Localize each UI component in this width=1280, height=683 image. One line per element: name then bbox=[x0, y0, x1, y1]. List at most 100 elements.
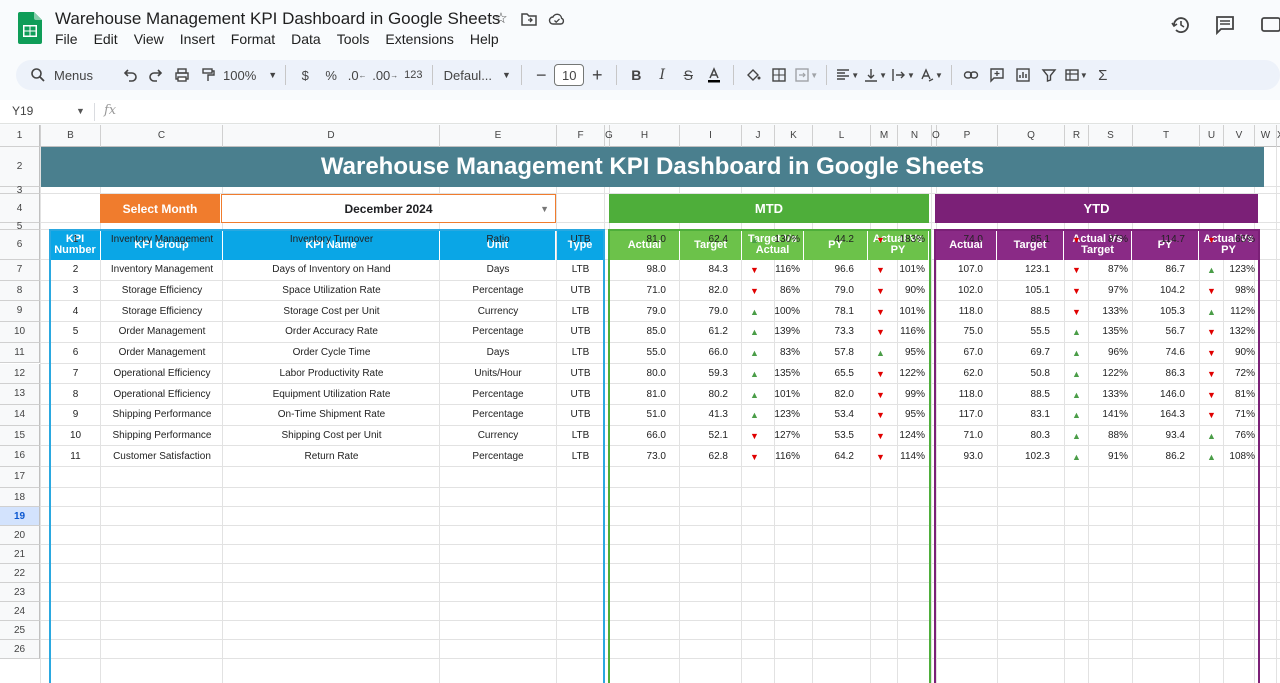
column-header[interactable]: B bbox=[41, 125, 101, 147]
cloud-status-icon[interactable] bbox=[548, 10, 566, 28]
menu-edit[interactable]: Edit bbox=[94, 31, 118, 47]
column-header[interactable]: M bbox=[871, 125, 898, 147]
font-size-increase-button[interactable]: + bbox=[584, 63, 610, 87]
row-header[interactable]: 7 bbox=[0, 260, 40, 281]
column-header[interactable]: R bbox=[1065, 125, 1089, 147]
column-header[interactable]: P bbox=[937, 125, 998, 147]
row-header[interactable]: 25 bbox=[0, 620, 40, 640]
row-header[interactable]: 19 bbox=[0, 506, 40, 526]
more-formats-button[interactable]: 123 bbox=[400, 63, 426, 87]
column-header[interactable]: F bbox=[557, 125, 605, 147]
row-header[interactable]: 21 bbox=[0, 544, 40, 564]
row-header[interactable]: 26 bbox=[0, 639, 40, 659]
spreadsheet-grid[interactable]: ABCDEFGHIJKLMNOPQRSTUVWX 123456789101112… bbox=[0, 125, 1280, 683]
font-select[interactable]: Defaul... ▼ bbox=[439, 63, 515, 87]
sheets-logo-icon[interactable] bbox=[18, 12, 42, 44]
star-icon[interactable]: ☆ bbox=[492, 10, 510, 28]
italic-button[interactable]: I bbox=[649, 63, 675, 87]
fill-color-button[interactable] bbox=[740, 63, 766, 87]
row-header[interactable]: 22 bbox=[0, 563, 40, 583]
menu-file[interactable]: File bbox=[55, 31, 78, 47]
name-box[interactable]: Y19 bbox=[12, 104, 33, 118]
font-size-decrease-button[interactable]: − bbox=[528, 63, 554, 87]
row-header[interactable]: 12 bbox=[0, 363, 40, 385]
font-size-input[interactable]: 10 bbox=[554, 64, 585, 86]
row-header[interactable]: 20 bbox=[0, 525, 40, 545]
increase-decimal-button[interactable]: .00 → bbox=[370, 63, 400, 87]
column-header[interactable]: J bbox=[742, 125, 775, 147]
column-header[interactable]: N bbox=[898, 125, 932, 147]
row-header[interactable]: 6 bbox=[0, 230, 40, 260]
percent-format-button[interactable]: % bbox=[318, 63, 344, 87]
menu-data[interactable]: Data bbox=[291, 31, 321, 47]
chevron-down-icon[interactable]: ▼ bbox=[76, 106, 85, 116]
functions-button[interactable]: Σ bbox=[1090, 63, 1116, 87]
row-header[interactable]: 18 bbox=[0, 487, 40, 507]
undo-button[interactable] bbox=[117, 63, 143, 87]
filter-views-button[interactable]: ▼ bbox=[1062, 63, 1090, 87]
row-header[interactable]: 23 bbox=[0, 582, 40, 602]
column-header[interactable]: L bbox=[813, 125, 871, 147]
row-header[interactable]: 8 bbox=[0, 280, 40, 302]
paint-format-button[interactable] bbox=[195, 63, 221, 87]
move-folder-icon[interactable] bbox=[520, 10, 538, 28]
column-header[interactable]: U bbox=[1200, 125, 1224, 147]
column-header[interactable]: C bbox=[101, 125, 223, 147]
horizontal-align-button[interactable]: ▼ bbox=[833, 63, 861, 87]
strikethrough-button[interactable]: S bbox=[675, 63, 701, 87]
insert-chart-button[interactable] bbox=[1010, 63, 1036, 87]
insert-comment-button[interactable] bbox=[984, 63, 1010, 87]
merge-cells-button[interactable]: ▼ bbox=[792, 63, 820, 87]
comments-icon[interactable] bbox=[1214, 14, 1236, 36]
borders-button[interactable] bbox=[766, 63, 792, 87]
text-color-button[interactable] bbox=[701, 63, 727, 87]
column-header[interactable]: S bbox=[1089, 125, 1133, 147]
column-header[interactable]: W bbox=[1255, 125, 1277, 147]
menu-help[interactable]: Help bbox=[470, 31, 499, 47]
row-header[interactable]: 2 bbox=[0, 147, 40, 187]
row-header[interactable]: 13 bbox=[0, 384, 40, 405]
row-header[interactable]: 17 bbox=[0, 467, 40, 488]
column-header[interactable]: T bbox=[1133, 125, 1200, 147]
menu-format[interactable]: Format bbox=[231, 31, 275, 47]
column-header[interactable]: K bbox=[775, 125, 813, 147]
print-button[interactable] bbox=[169, 63, 195, 87]
present-icon[interactable] bbox=[1260, 14, 1280, 36]
row-header[interactable]: 1 bbox=[0, 125, 40, 147]
row-header[interactable]: 24 bbox=[0, 601, 40, 621]
row-header[interactable]: 9 bbox=[0, 301, 40, 323]
month-dropdown[interactable]: December 2024 ▼ bbox=[221, 194, 556, 223]
document-title[interactable]: Warehouse Management KPI Dashboard in Go… bbox=[55, 9, 500, 29]
row-header[interactable]: 3 bbox=[0, 186, 40, 196]
column-header[interactable]: H bbox=[610, 125, 680, 147]
menu-insert[interactable]: Insert bbox=[180, 31, 215, 47]
menu-extensions[interactable]: Extensions bbox=[385, 31, 453, 47]
text-wrapping-button[interactable]: ▼ bbox=[889, 63, 917, 87]
bold-button[interactable]: B bbox=[623, 63, 649, 87]
search-menus-button[interactable]: Menus bbox=[16, 63, 95, 87]
row-header[interactable]: 5 bbox=[0, 222, 40, 232]
row-header[interactable]: 16 bbox=[0, 446, 40, 467]
column-header[interactable]: D bbox=[223, 125, 440, 147]
column-header[interactable]: E bbox=[440, 125, 557, 147]
column-header[interactable]: Q bbox=[998, 125, 1065, 147]
row-header[interactable]: 4 bbox=[0, 194, 40, 223]
version-history-icon[interactable] bbox=[1170, 14, 1192, 36]
menu-view[interactable]: View bbox=[134, 31, 164, 47]
text-rotation-button[interactable]: ▼ bbox=[917, 63, 945, 87]
create-filter-button[interactable] bbox=[1036, 63, 1062, 87]
redo-button[interactable] bbox=[143, 63, 169, 87]
insert-link-button[interactable] bbox=[958, 63, 984, 87]
vertical-align-button[interactable]: ▼ bbox=[861, 63, 889, 87]
column-header[interactable]: I bbox=[680, 125, 742, 147]
menu-tools[interactable]: Tools bbox=[337, 31, 370, 47]
row-header[interactable]: 10 bbox=[0, 322, 40, 343]
row-header[interactable]: 14 bbox=[0, 404, 40, 426]
zoom-select[interactable]: 100% ▼ bbox=[221, 63, 279, 87]
dropdown-arrow-icon[interactable]: ▼ bbox=[540, 204, 549, 214]
row-header[interactable]: 11 bbox=[0, 342, 40, 364]
column-header[interactable]: V bbox=[1224, 125, 1255, 147]
row-header[interactable]: 15 bbox=[0, 425, 40, 447]
decrease-decimal-button[interactable]: .0 ← bbox=[344, 63, 370, 87]
currency-format-button[interactable]: $ bbox=[292, 63, 318, 87]
